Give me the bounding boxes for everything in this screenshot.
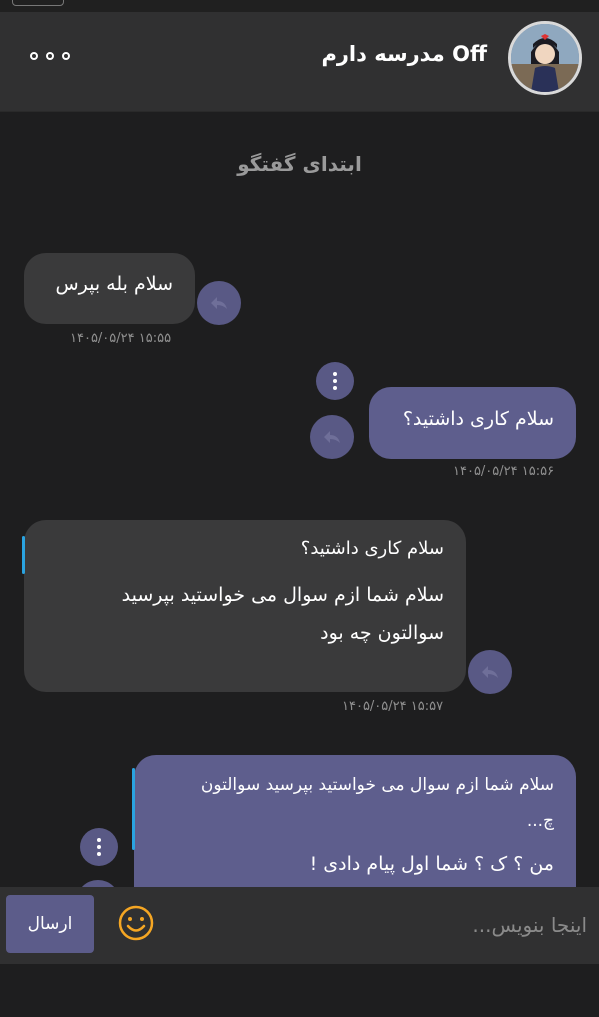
quote-accent-bar bbox=[132, 768, 135, 850]
reply-icon bbox=[482, 666, 498, 678]
message-text: سوالتون چه بود bbox=[320, 622, 444, 644]
contact-name: Off مدرسه دارم bbox=[321, 42, 487, 66]
emoji-icon bbox=[118, 905, 154, 941]
kebab-icon bbox=[97, 838, 101, 856]
status-pill bbox=[12, 0, 64, 6]
message-bubble-outgoing[interactable]: سلام کاری داشتید؟ bbox=[369, 387, 576, 459]
bottom-area bbox=[0, 964, 599, 1017]
message-text: سلام بله بپرس bbox=[55, 273, 173, 295]
quoted-text: سلام کاری داشتید؟ bbox=[300, 538, 444, 559]
chat-header: Off مدرسه دارم bbox=[0, 12, 599, 112]
reply-button[interactable] bbox=[76, 880, 120, 887]
reply-button[interactable] bbox=[468, 650, 512, 694]
quote-accent-bar bbox=[22, 536, 25, 574]
send-button[interactable]: ارسال bbox=[6, 895, 94, 953]
message-options-button[interactable] bbox=[80, 828, 118, 866]
reply-icon bbox=[324, 431, 340, 443]
more-icon bbox=[30, 52, 38, 60]
more-options-button[interactable] bbox=[30, 48, 70, 64]
message-bubble-incoming[interactable]: سلام کاری داشتید؟ سلام شما ازم سوال می خ… bbox=[24, 520, 466, 692]
kebab-icon bbox=[333, 372, 337, 390]
quoted-text: سلام شما ازم سوال می خواستید بپرسید سوال… bbox=[200, 775, 554, 795]
conversation-start-label: ابتدای گفتگو bbox=[237, 152, 362, 176]
quoted-text: چ... bbox=[526, 811, 554, 831]
emoji-button[interactable] bbox=[117, 904, 155, 942]
more-icon-dot bbox=[62, 52, 70, 60]
reply-icon bbox=[211, 297, 227, 309]
status-bar bbox=[0, 0, 599, 12]
message-list[interactable]: ابتدای گفتگو سلام بله بپرس ۱۴۰۵/۰۵/۲۴ ۱۵… bbox=[0, 112, 599, 887]
message-timestamp: ۱۴۰۵/۰۵/۲۴ ۱۵:۵۷ bbox=[342, 699, 444, 714]
message-text: سلام کاری داشتید؟ bbox=[402, 408, 554, 430]
composer-bar: ارسال bbox=[0, 887, 599, 964]
reply-button[interactable] bbox=[197, 281, 241, 325]
message-bubble-outgoing[interactable]: سلام شما ازم سوال می خواستید بپرسید سوال… bbox=[134, 755, 576, 887]
avatar[interactable] bbox=[508, 21, 582, 95]
message-timestamp: ۱۴۰۵/۰۵/۲۴ ۱۵:۵۶ bbox=[453, 464, 555, 479]
message-timestamp: ۱۴۰۵/۰۵/۲۴ ۱۵:۵۵ bbox=[70, 331, 172, 346]
reply-button[interactable] bbox=[310, 415, 354, 459]
more-icon-dot bbox=[46, 52, 54, 60]
message-options-button[interactable] bbox=[316, 362, 354, 400]
message-text: سلام شما ازم سوال می خواستید بپرسید bbox=[121, 584, 444, 606]
message-text: من ؟ ک ؟ شما اول پیام دادی ! bbox=[309, 853, 554, 875]
message-bubble-incoming[interactable]: سلام بله بپرس bbox=[24, 253, 195, 324]
message-input[interactable] bbox=[170, 899, 589, 951]
